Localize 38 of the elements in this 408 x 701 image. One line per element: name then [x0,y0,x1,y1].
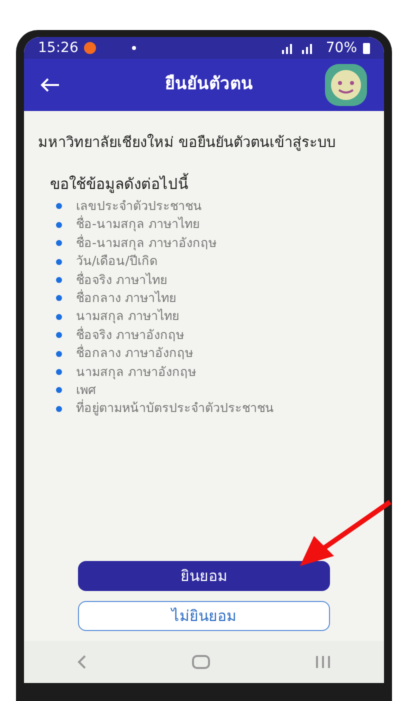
info-item: ชื่อกลาง ภาษาอังกฤษ [76,344,193,362]
list-title: ขอใช้ข้อมูลดังต่อไปนี้ [50,172,190,195]
bullet-icon [56,222,62,228]
bullet-icon [56,203,62,210]
bullet-icon [56,277,62,283]
info-item: ชื่อ-นามสกุล ภาษาอังกฤษ [76,234,216,252]
back-icon[interactable] [76,654,87,670]
bullet-icon [56,240,62,246]
back-arrow-icon[interactable] [40,77,60,93]
bullet-icon [56,406,62,412]
header-title: ยืนยันตัวตน [164,73,254,96]
bullet-icon [56,368,62,375]
info-item: นามสกุล ภาษาไทย [76,307,179,326]
status-time: 15:26 [38,38,78,58]
info-item: ชื่อ-นามสกุล ภาษาไทย [76,215,200,234]
accept-button[interactable]: ยินยอม [78,561,330,591]
bullet-icon [56,258,62,265]
battery-icon [363,42,370,54]
bullet-icon [56,332,62,338]
info-item: นามสกุล ภาษาอังกฤษ [76,362,196,382]
info-item: วัน/เดือน/ปีเกิด [76,252,158,270]
smiley-face-icon [324,63,368,107]
bullet-icon [56,387,62,394]
info-item: ที่อยู่ตามหน้าบัตรประจำตัวประชาชน [76,399,274,418]
info-item: ชื่อจริง ภาษาไทย [76,270,167,289]
info-item: เพศ [76,380,96,399]
notification-icon [84,42,96,54]
bullet-icon [56,350,62,357]
battery-level: 70% [326,38,357,58]
bullet-icon [56,295,62,302]
bullet-icon [56,314,62,320]
info-item: ชื่อจริง ภาษาอังกฤษ [76,326,184,344]
decline-button[interactable]: ไม่ยินยอม [78,601,330,631]
home-icon[interactable] [192,655,210,669]
info-item: เลขประจำตัวประชาชน [76,197,202,215]
info-item: ชื่อกลาง ภาษาไทย [76,289,176,308]
recent-apps-icon[interactable] [315,655,332,669]
intro-text: มหาวิทยาลัยเชียงใหม่ ขอยืนยันตัวตนเข้าสู่ระบบ [38,133,337,153]
